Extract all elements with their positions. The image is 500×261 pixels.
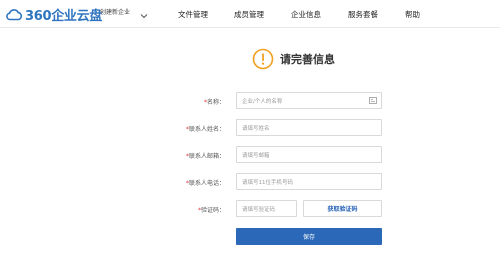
contact-email-label-text: 联系人邮箱： <box>188 153 225 160</box>
warning-icon <box>252 48 274 70</box>
nav-service-plans[interactable]: 服务套餐 <box>348 0 378 28</box>
page-heading: 请完善信息 <box>252 48 335 70</box>
nav-label: 企业信息 <box>291 9 321 19</box>
name-placeholder: 企业/个人的名称 <box>242 98 283 105</box>
contact-phone-placeholder: 请填写11位手机号码 <box>242 179 293 186</box>
contact-email-input[interactable]: 请填写邮箱 <box>236 146 382 163</box>
nav-members[interactable]: 成员管理 <box>234 0 264 28</box>
org-switch[interactable]: 创建新企业 <box>100 7 130 16</box>
save-label: 保存 <box>302 234 315 241</box>
nav-files[interactable]: 文件管理 <box>178 0 208 28</box>
name-input[interactable]: 企业/个人的名称 <box>236 92 382 109</box>
contact-name-label: *联系人姓名： <box>150 124 225 133</box>
verification-code-input[interactable]: 请填写验证码 <box>236 200 297 217</box>
logo-text: 360企业云盘 <box>25 8 103 24</box>
contact-phone-label-text: 联系人电话： <box>188 180 225 187</box>
logo[interactable]: 360企业云盘 <box>5 4 102 24</box>
page-title: 请完善信息 <box>280 53 335 66</box>
id-card-icon <box>369 97 377 104</box>
nav-label: 帮助 <box>405 9 420 19</box>
name-label-text: 名称： <box>206 99 225 106</box>
nav-help[interactable]: 帮助 <box>405 0 420 28</box>
contact-name-placeholder: 请填写姓名 <box>242 125 270 132</box>
cloud-icon <box>5 7 23 21</box>
get-code-label: 获取验证码 <box>327 206 358 213</box>
nav-label: 成员管理 <box>234 9 264 19</box>
verification-code-placeholder: 请填写验证码 <box>242 206 276 213</box>
contact-phone-input[interactable]: 请填写11位手机号码 <box>236 173 382 190</box>
nav-company-info[interactable]: 企业信息 <box>291 0 321 28</box>
contact-email-placeholder: 请填写邮箱 <box>242 152 270 159</box>
nav-label: 服务套餐 <box>348 9 378 19</box>
chevron-down-icon[interactable] <box>138 7 150 19</box>
contact-phone-label: *联系人电话： <box>150 178 225 187</box>
verification-code-label-text: 验证码： <box>200 207 225 214</box>
contact-email-label: *联系人邮箱： <box>150 151 225 160</box>
save-button[interactable]: 保存 <box>236 228 382 245</box>
nav-label: 文件管理 <box>178 9 208 19</box>
contact-name-input[interactable]: 请填写姓名 <box>236 119 382 136</box>
top-header: 360企业云盘 创建新企业 文件管理 成员管理 企业信息 服务套餐 帮助 <box>0 0 500 28</box>
verification-code-label: *验证码： <box>150 205 225 214</box>
name-label: *名称： <box>150 97 225 106</box>
contact-name-label-text: 联系人姓名： <box>188 126 225 133</box>
org-switch-label: 创建新企业 <box>100 9 131 16</box>
get-code-button[interactable]: 获取验证码 <box>303 200 382 217</box>
